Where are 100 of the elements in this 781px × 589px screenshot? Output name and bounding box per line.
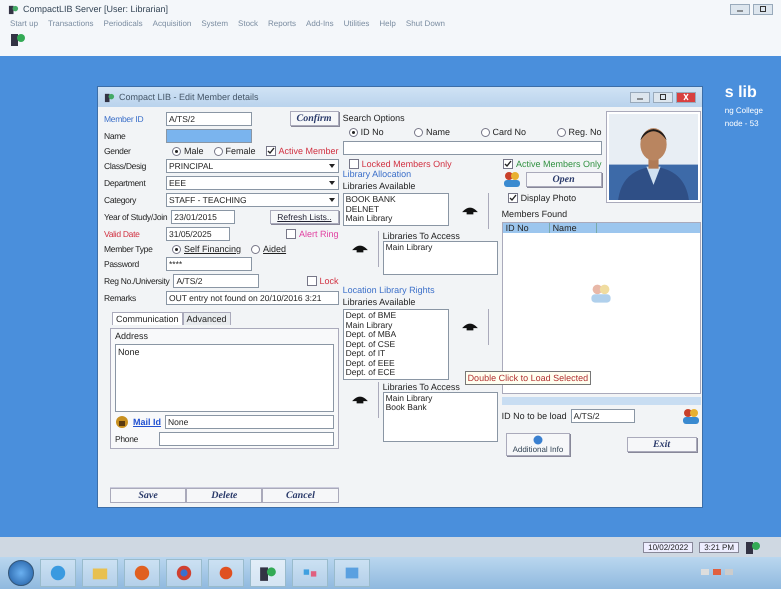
column-header[interactable]: Name [550, 223, 597, 233]
member-id-field[interactable]: A/TS/2 [166, 112, 252, 126]
date-field[interactable]: 23/01/2015 [171, 210, 236, 224]
checkbox-label: Alert Ring [299, 229, 339, 239]
list-label: Libraries To Access [382, 382, 461, 392]
dropdown-arrow-icon [328, 162, 336, 170]
tab[interactable]: Communication [112, 312, 183, 325]
minimize-button[interactable] [730, 4, 750, 14]
taskbar-button[interactable] [250, 559, 286, 587]
dropdown-arrow-icon [328, 196, 336, 204]
list-box[interactable]: Main Library Book Bank [382, 392, 498, 442]
checkbox[interactable] [266, 146, 276, 156]
list-box[interactable]: BOOK BANK DELNET Main Library [342, 193, 449, 226]
close-icon [681, 93, 691, 101]
additional-info-button[interactable]: Additional Info [506, 433, 570, 456]
list-item[interactable]: Main Library [346, 320, 446, 330]
list-item[interactable]: Dept. of EEE [346, 358, 446, 368]
radio-label: Self Financing [184, 244, 242, 254]
radio-button[interactable] [251, 244, 260, 254]
close-button[interactable] [676, 92, 696, 102]
dropdown[interactable]: EEE [166, 176, 339, 190]
list-box[interactable]: Main Library [382, 241, 498, 275]
checkbox[interactable] [508, 193, 518, 203]
password-field[interactable]: **** [166, 257, 252, 271]
radio-label: Name [426, 127, 450, 137]
list-item[interactable]: DELNET [346, 204, 446, 214]
list-item[interactable]: Main Library [386, 394, 495, 403]
maximize-button[interactable] [653, 92, 673, 102]
radio-button[interactable] [214, 146, 223, 156]
action-button[interactable]: Delete [186, 488, 262, 503]
id-field[interactable]: A/TS/2 [570, 409, 635, 423]
reg-no-field[interactable]: A/TS/2 [173, 274, 260, 288]
date-display: 10/02/2022 [643, 542, 694, 552]
media-icon [133, 564, 151, 582]
field-label: Address [115, 331, 150, 341]
checkbox[interactable] [286, 229, 296, 239]
dropdown[interactable]: STAFF - TEACHING [166, 193, 339, 207]
field-label: Reg No./University [104, 276, 170, 286]
section-label: Search Options [342, 113, 406, 123]
column-header[interactable]: ID No [502, 223, 550, 233]
app-title: CompactLIB Server [User: Librarian] [23, 4, 168, 14]
lock-icon [115, 415, 129, 429]
minimize-button[interactable] [630, 92, 650, 102]
maximize-button[interactable] [753, 4, 773, 14]
tab[interactable]: Advanced [182, 312, 231, 325]
dropdown[interactable]: PRINCIPAL [166, 159, 339, 173]
checkbox[interactable] [503, 159, 514, 169]
field-label: Remarks [104, 293, 137, 303]
time-display: 3:21 PM [699, 542, 739, 552]
date-field[interactable]: 31/05/2025 [166, 227, 230, 241]
list-label: Libraries Available [342, 181, 416, 191]
remarks-field[interactable]: OUT entry not found on 20/10/2016 3:21 [166, 291, 339, 305]
address-field[interactable]: None [115, 344, 334, 412]
list-item[interactable]: Dept. of IT [346, 349, 446, 358]
open-button[interactable]: Open [526, 172, 602, 186]
list-item[interactable]: Main Library [346, 214, 446, 224]
section-label: Members Found [502, 209, 568, 219]
list-item[interactable]: Dept. of BME [346, 311, 446, 320]
list-item[interactable]: Dept. of MBA [346, 330, 446, 340]
office-icon [217, 564, 235, 582]
mail-id-link[interactable]: Mail Id [133, 417, 162, 427]
field-label: ID No to be load [502, 411, 567, 421]
list-box[interactable]: Dept. of BME Main Library Dept. of MBA Dept. of CSE Dept. of IT Dept. of EEE Dept. of ECE [342, 309, 449, 380]
checkbox[interactable] [306, 276, 317, 286]
arrow-icon [460, 321, 479, 333]
list-item[interactable]: BOOK BANK [346, 195, 446, 204]
action-button[interactable]: Save [110, 488, 186, 503]
checkbox[interactable] [348, 159, 359, 169]
app-logo-icon[interactable] [10, 31, 26, 47]
start-button[interactable] [8, 560, 34, 586]
section-label: Library Allocation [342, 169, 412, 179]
radio-button[interactable] [348, 128, 358, 136]
checkbox-label: Active Member [278, 146, 339, 156]
refresh-lists-button[interactable]: Refresh Lists.. [270, 210, 339, 224]
radio-button[interactable] [556, 128, 566, 136]
checkbox-label: Lock [320, 276, 339, 286]
list-item[interactable]: Dept. of CSE [346, 340, 446, 349]
radio-button[interactable] [172, 244, 181, 254]
radio-label: Female [226, 146, 256, 156]
field-label: Phone [115, 434, 140, 444]
radio-button[interactable] [172, 146, 181, 156]
exit-button[interactable]: Exit [626, 437, 697, 452]
field-label: Member Type [104, 244, 154, 254]
mail-id-field[interactable]: None [165, 415, 334, 429]
list-item[interactable]: Main Library [386, 243, 495, 252]
field-label: Department [104, 178, 147, 188]
search-field[interactable] [342, 141, 602, 155]
radio-button[interactable] [414, 128, 424, 136]
confirm-button[interactable]: Confirm [290, 111, 339, 126]
phone-field[interactable] [159, 432, 334, 446]
list-item[interactable]: Dept. of ECE [346, 368, 446, 378]
arrow-icon [350, 243, 369, 255]
app-logo-icon [745, 539, 761, 555]
name-field[interactable] [166, 129, 252, 143]
list-item[interactable]: Book Bank [386, 403, 495, 412]
banner-text: ng College [724, 106, 763, 115]
field-label: Name [104, 131, 126, 141]
action-button[interactable]: Cancel [262, 488, 339, 503]
radio-button[interactable] [480, 128, 490, 136]
field-label: Password [104, 259, 140, 269]
